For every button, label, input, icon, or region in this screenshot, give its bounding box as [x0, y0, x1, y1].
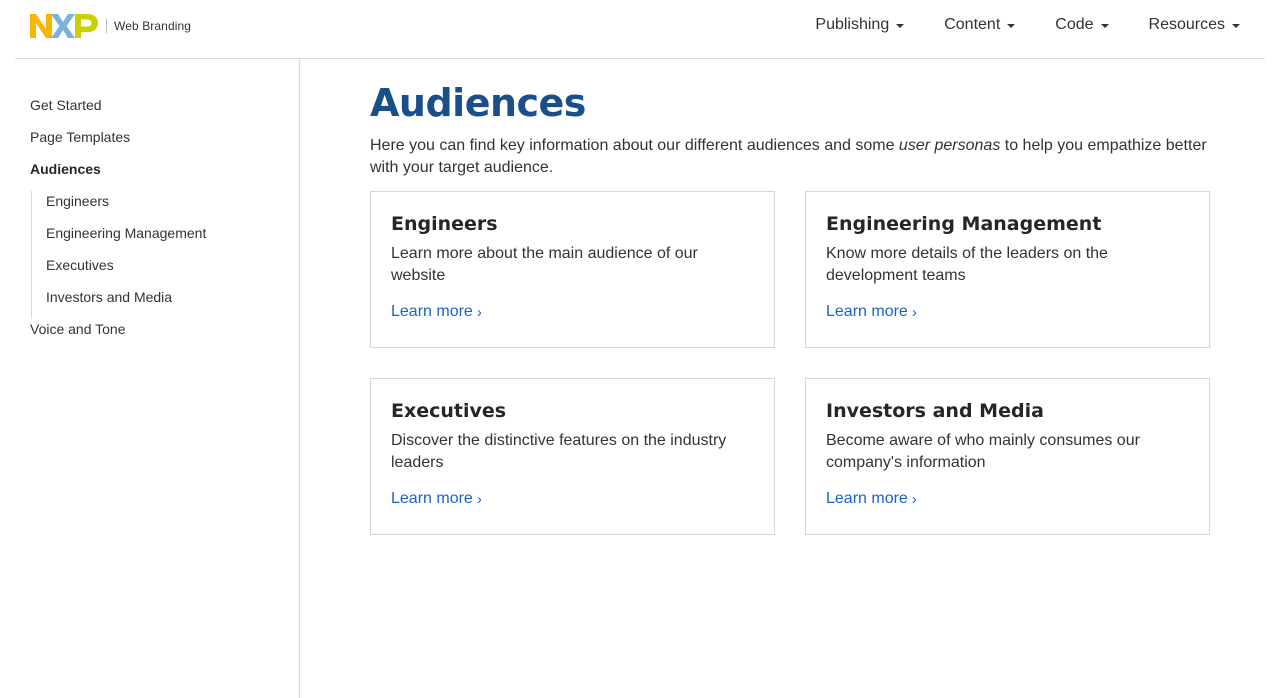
chevron-right-icon: › — [476, 303, 482, 321]
learn-more-label: Learn more — [826, 303, 908, 320]
caret-down-icon — [1232, 24, 1240, 28]
learn-more-link[interactable]: Learn more › — [391, 490, 482, 508]
card-title: Engineering Management — [826, 213, 1102, 235]
card-engineers: Engineers Learn more about the main audi… — [370, 191, 775, 348]
sidebar-subitem-engineers[interactable]: Engineers — [46, 191, 290, 223]
sidebar-subitem-investors-and-media[interactable]: Investors and Media — [46, 287, 290, 319]
chevron-right-icon: › — [911, 490, 917, 508]
sidebar-item-audiences[interactable]: Audiences — [30, 159, 290, 191]
intro-text-start: Here you can find key information about … — [370, 137, 899, 154]
caret-down-icon — [1100, 24, 1109, 28]
sidebar-subnav: Engineers Engineering Management Executi… — [31, 191, 290, 319]
nav-label: Publishing — [815, 16, 890, 33]
card-title: Executives — [391, 400, 507, 422]
caret-down-icon — [896, 24, 905, 28]
page-title: Audiences — [370, 81, 586, 125]
card-description: Discover the distinctive features on the… — [391, 432, 727, 471]
learn-more-link[interactable]: Learn more › — [826, 303, 917, 321]
nav-resources[interactable]: Resources — [1149, 16, 1240, 34]
chevron-right-icon: › — [476, 490, 482, 508]
nav-code[interactable]: Code — [1055, 16, 1109, 34]
nav-content[interactable]: Content — [944, 16, 1016, 34]
sidebar-item-voice-and-tone[interactable]: Voice and Tone — [30, 319, 290, 351]
sidebar-subitem-executives[interactable]: Executives — [46, 255, 290, 287]
caret-down-icon — [1007, 24, 1016, 28]
nxp-logo[interactable] — [30, 13, 98, 39]
sidebar-item-page-templates[interactable]: Page Templates — [30, 127, 290, 159]
sidebar-nav: Get Started Page Templates Audiences Eng… — [30, 95, 290, 351]
card-description: Learn more about the main audience of ou… — [391, 245, 698, 284]
card-investors-and-media: Investors and Media Become aware of who … — [805, 378, 1210, 535]
card-title: Investors and Media — [826, 400, 1044, 422]
sidebar: Get Started Page Templates Audiences Eng… — [0, 59, 300, 698]
sidebar-item-get-started[interactable]: Get Started — [30, 95, 290, 127]
learn-more-link[interactable]: Learn more › — [826, 490, 917, 508]
sidebar-subitem-engineering-management[interactable]: Engineering Management — [46, 223, 290, 255]
learn-more-link[interactable]: Learn more › — [391, 303, 482, 321]
nav-label: Code — [1055, 16, 1094, 33]
learn-more-label: Learn more — [826, 490, 908, 507]
intro-text: Here you can find key information about … — [370, 135, 1220, 179]
card-executives: Executives Discover the distinctive feat… — [370, 378, 775, 535]
card-engineering-management: Engineering Management Know more details… — [805, 191, 1210, 348]
card-description: Know more details of the leaders on the … — [826, 245, 1108, 284]
chevron-right-icon: › — [911, 303, 917, 321]
intro-text-emphasis: user personas — [898, 137, 1001, 154]
nav-label: Content — [944, 16, 1001, 33]
nav-label: Resources — [1148, 16, 1225, 33]
learn-more-label: Learn more — [391, 490, 473, 507]
brand-text[interactable]: Web Branding — [114, 19, 191, 33]
card-title: Engineers — [391, 213, 498, 235]
card-description: Become aware of who mainly consumes our … — [826, 432, 1140, 471]
brand[interactable]: Web Branding — [30, 13, 191, 39]
nav-publishing[interactable]: Publishing — [815, 16, 905, 34]
learn-more-label: Learn more — [391, 303, 473, 320]
top-header: Web Branding Publishing Content Code Res… — [15, 0, 1265, 59]
main-nav: Publishing Content Code Resources — [775, 0, 1240, 50]
brand-divider — [106, 19, 107, 33]
